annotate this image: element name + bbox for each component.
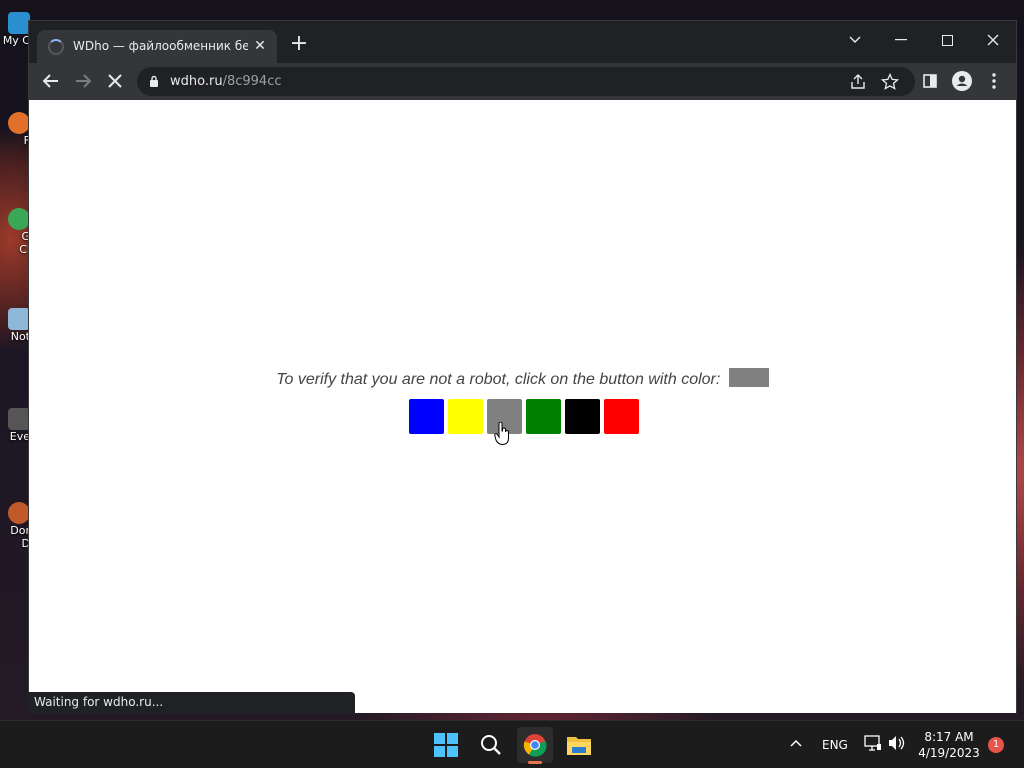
- system-clock[interactable]: 8:17 AM 4/19/2023: [916, 729, 982, 761]
- lock-icon[interactable]: [149, 75, 159, 87]
- desktop-icon-firefox[interactable]: F: [0, 112, 30, 147]
- chrome-icon: [523, 734, 547, 757]
- arrow-right-icon: [76, 74, 91, 88]
- profile-button[interactable]: [952, 71, 972, 91]
- profile-icon: [952, 71, 972, 91]
- side-panel-button[interactable]: [920, 71, 940, 91]
- forward-button[interactable]: [69, 67, 97, 95]
- url-path: /8c994cc: [222, 74, 282, 89]
- chevron-up-icon[interactable]: [790, 739, 802, 747]
- tab-search-button[interactable]: [840, 25, 870, 55]
- browser-toolbar: wdho.ru/8c994cc: [29, 63, 1016, 100]
- captcha-prompt: To verify that you are not a robot, clic…: [29, 368, 1016, 389]
- active-app-indicator: [528, 761, 542, 764]
- desktop-icon-label: Dor D: [10, 524, 30, 550]
- desktop-icon-label: My C: [2, 34, 30, 47]
- volume-icon[interactable]: [888, 735, 906, 751]
- close-icon: [987, 34, 999, 46]
- clock-date: 4/19/2023: [918, 746, 980, 760]
- desktop-icon-label: F: [23, 134, 30, 147]
- language-indicator[interactable]: ENG: [822, 738, 848, 752]
- status-bar: Waiting for wdho.ru...: [28, 692, 355, 714]
- start-button[interactable]: [428, 727, 464, 763]
- computer-icon: [8, 12, 30, 34]
- donut-icon: [8, 502, 30, 524]
- chrome-shortcut-icon: [8, 208, 30, 230]
- desktop-icon-my-computer[interactable]: My C: [0, 12, 30, 47]
- close-window-button[interactable]: [978, 25, 1008, 55]
- desktop-icon-event[interactable]: Eve: [0, 408, 30, 443]
- page-content: To verify that you are not a robot, clic…: [29, 100, 1016, 713]
- desktop-icon-donut[interactable]: Dor D: [0, 502, 30, 550]
- taskbar: ENG 8:17 AM 4/19/2023 1: [0, 720, 1024, 768]
- desktop-icon-label: Eve: [9, 430, 30, 443]
- url-domain: wdho.ru: [170, 74, 223, 89]
- new-tab-button[interactable]: +: [287, 33, 311, 57]
- color-button-blue[interactable]: [409, 399, 444, 434]
- stop-icon: [108, 74, 122, 88]
- browser-titlebar: WDho — файлообменник беспл ✕ +: [29, 21, 1016, 63]
- folder-icon: [567, 737, 591, 755]
- url-text: wdho.ru/8c994cc: [170, 74, 281, 89]
- taskbar-file-explorer[interactable]: [561, 727, 597, 763]
- desktop-icon-label: Not: [10, 330, 30, 343]
- chevron-down-icon: [849, 36, 861, 43]
- color-button-yellow[interactable]: [448, 399, 483, 434]
- desktop-icon-notepad[interactable]: Not: [0, 308, 30, 343]
- notification-badge[interactable]: 1: [988, 737, 1004, 753]
- back-button[interactable]: [37, 67, 65, 95]
- search-button[interactable]: [473, 727, 509, 763]
- event-icon: [8, 408, 30, 430]
- loading-spinner-icon: [48, 39, 64, 55]
- notepad-icon: [8, 308, 30, 330]
- address-bar[interactable]: wdho.ru/8c994cc: [137, 67, 915, 96]
- desktop-icon-label: G Cl: [19, 230, 30, 256]
- firefox-icon: [8, 112, 30, 134]
- color-button-group: [409, 399, 639, 434]
- minimize-icon: [895, 39, 907, 41]
- desktop-icon-chrome[interactable]: G Cl: [0, 208, 30, 256]
- arrow-left-icon: [43, 74, 58, 88]
- taskbar-chrome[interactable]: [517, 727, 553, 763]
- color-button-red[interactable]: [604, 399, 639, 434]
- browser-tab[interactable]: WDho — файлообменник беспл ✕: [37, 30, 277, 63]
- network-icon[interactable]: [864, 735, 882, 751]
- stop-loading-button[interactable]: [101, 67, 129, 95]
- tab-close-icon[interactable]: ✕: [251, 37, 269, 55]
- share-icon[interactable]: [849, 73, 867, 91]
- hand-cursor-icon: [494, 422, 509, 446]
- color-button-green[interactable]: [526, 399, 561, 434]
- clock-time: 8:17 AM: [924, 730, 974, 744]
- search-icon: [481, 735, 501, 755]
- captcha-instruction: To verify that you are not a robot, clic…: [276, 371, 721, 388]
- minimize-button[interactable]: [886, 25, 916, 55]
- tab-title: WDho — файлообменник беспл: [73, 39, 248, 53]
- color-button-black[interactable]: [565, 399, 600, 434]
- star-icon[interactable]: [881, 73, 899, 91]
- browser-window: WDho — файлообменник беспл ✕ + wdho.ru/: [28, 20, 1017, 714]
- maximize-button[interactable]: [932, 25, 962, 55]
- menu-button[interactable]: [984, 71, 1004, 91]
- maximize-icon: [941, 34, 953, 46]
- side-panel-icon: [923, 74, 937, 88]
- windows-logo-icon: [434, 733, 458, 757]
- target-color-swatch: [728, 368, 769, 387]
- kebab-menu-icon: [992, 73, 996, 89]
